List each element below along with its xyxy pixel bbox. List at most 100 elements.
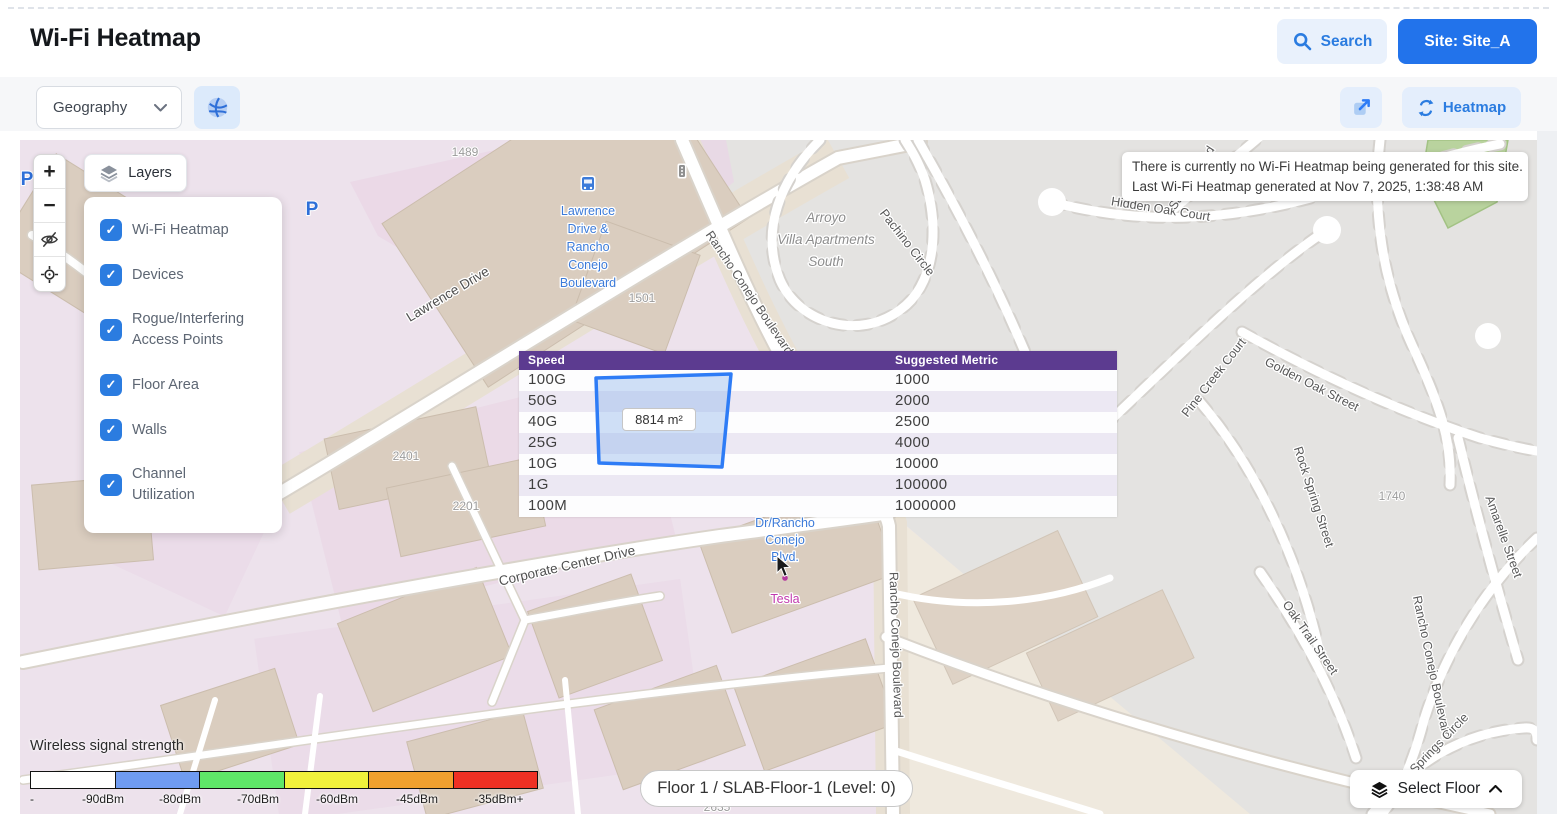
notice-line-1: There is currently no Wi-Fi Heatmap bein… [1132,157,1518,177]
select-floor-button[interactable]: Select Floor [1350,770,1522,808]
layers-stack-icon [1370,780,1389,799]
chevron-up-icon [1489,785,1502,793]
map-label: Conejo [765,533,805,547]
cell-metric: 1000000 [895,497,956,514]
cell-speed: 100G [528,371,566,388]
map-label: Tesla [770,592,799,606]
select-floor-label: Select Floor [1398,780,1481,798]
layer-item-label: Channel Utilization [132,464,237,506]
layers-panel: ✓ Wi-Fi Heatmap ✓ Devices ✓ Rogue/Interf… [84,197,282,533]
current-floor-pill: Floor 1 / SLAB-Floor-1 (Level: 0) [640,770,913,807]
zoom-in-button[interactable]: + [34,155,65,189]
table-row: 40G2500 [519,412,1117,433]
checkbox-checked[interactable]: ✓ [100,374,122,396]
map-label: 2401 [393,449,420,463]
legend-tick: -45dBm [396,792,438,806]
search-button-label: Search [1321,33,1373,51]
cell-metric: 10000 [895,455,939,472]
signal-strength-legend [30,771,538,789]
map-label: Arroyo [805,210,846,225]
checkbox-checked[interactable]: ✓ [100,219,122,241]
legend-segment [369,772,454,788]
hide-overlays-button[interactable] [34,223,65,257]
map-label: Blvd. [771,550,799,564]
legend-tick: -35dBm+ [474,792,523,806]
legend-labels: - -90dBm -80dBm -70dBm -60dBm -45dBm -35… [30,792,590,808]
chevron-down-icon [154,104,167,112]
eye-off-icon [40,230,59,249]
external-link-icon [1351,97,1372,118]
cell-speed: 10G [528,455,558,472]
cell-speed: 50G [528,392,558,409]
legend-tick: - [30,792,34,806]
layer-item-wifi-heatmap[interactable]: ✓ Wi-Fi Heatmap [100,219,266,241]
layer-item-devices[interactable]: ✓ Devices [100,264,266,286]
map-label: 1740 [1379,489,1406,503]
heatmap-status-notice: There is currently no Wi-Fi Heatmap bein… [1122,152,1528,201]
refresh-icon [1417,99,1435,117]
site-button[interactable]: Site: Site_A [1398,19,1537,64]
map-label: South [808,254,843,269]
legend-tick: -60dBm [316,792,358,806]
parking-icon: P [21,169,34,190]
bus-stop-icon [581,176,596,192]
map-label: Lawrence [561,204,615,218]
checkbox-checked[interactable]: ✓ [100,419,122,441]
view-mode-select[interactable]: Geography [36,86,182,129]
layer-item-label: Wi-Fi Heatmap [132,220,229,241]
parking-icon: P [306,199,319,220]
legend-tick: -80dBm [159,792,201,806]
traffic-signal-icon [678,164,687,179]
layer-item-label: Devices [132,265,184,286]
map-canvas[interactable]: Lawrence Drive Rancho Conejo Boulevard R… [20,140,1537,814]
checkbox-checked[interactable]: ✓ [100,474,122,496]
layer-item-rogue-aps[interactable]: ✓ Rogue/Interfering Access Points [100,309,266,351]
speed-metric-table: Speed Suggested Metric 100G1000 50G2000 … [519,351,1117,517]
app-header: Wi-Fi Heatmap Search Site: Site_A [0,0,1557,77]
map-label: Rancho [566,240,609,254]
layer-item-floor-area[interactable]: ✓ Floor Area [100,374,266,396]
legend-segment [200,772,285,788]
checkbox-checked[interactable]: ✓ [100,319,122,341]
expand-fullscreen-button[interactable] [1340,87,1382,128]
view-mode-value: Geography [53,99,127,116]
search-button[interactable]: Search [1277,19,1387,64]
map-label: Boulevard [560,276,616,290]
column-header-speed: Speed [528,353,565,367]
notice-line-2: Last Wi-Fi Heatmap generated at Nov 7, 2… [1132,177,1518,197]
zoom-out-button[interactable]: − [34,189,65,223]
page-title: Wi-Fi Heatmap [30,24,201,53]
cell-speed: 25G [528,434,558,451]
legend-tick: -70dBm [237,792,279,806]
table-header-row: Speed Suggested Metric [519,351,1117,370]
column-header-suggested-metric: Suggested Metric [895,353,998,367]
table-row: 50G2000 [519,391,1117,412]
layer-item-channel-utilization[interactable]: ✓ Channel Utilization [100,464,266,506]
layers-button[interactable]: Layers [84,154,187,192]
map-label: Drive & [568,222,610,236]
refresh-heatmap-button[interactable]: Heatmap [1402,87,1521,128]
layers-button-label: Layers [128,165,172,181]
cell-speed: 40G [528,413,558,430]
map-label: Conejo [568,258,608,272]
floor-area-measurement: 8814 m² [622,408,696,431]
globe-view-button[interactable] [194,86,240,129]
right-gutter [1537,131,1557,814]
legend-tick: -90dBm [82,792,124,806]
map-zoom-control: + − [33,154,66,292]
cell-metric: 100000 [895,476,947,493]
layer-item-label: Rogue/Interfering Access Points [132,309,266,351]
cell-metric: 1000 [895,371,930,388]
table-row: 25G4000 [519,433,1117,454]
legend-segment [285,772,370,788]
layers-stack-icon [99,163,119,183]
locate-button[interactable] [34,257,65,291]
layer-item-walls[interactable]: ✓ Walls [100,419,266,441]
map-label: 2201 [453,499,480,513]
heatmap-button-label: Heatmap [1443,99,1506,116]
layer-item-label: Floor Area [132,375,199,396]
legend-segment [454,772,538,788]
checkbox-checked[interactable]: ✓ [100,264,122,286]
layer-item-label: Walls [132,420,167,441]
table-row: 100G 1000 [519,370,1117,391]
